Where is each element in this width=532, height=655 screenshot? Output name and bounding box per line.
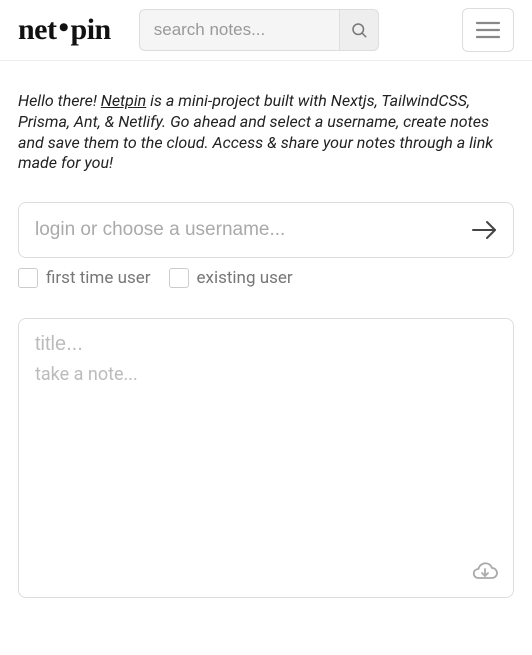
header: net • pin — [0, 0, 532, 61]
arrow-right-icon — [470, 218, 500, 242]
login-row — [18, 202, 514, 258]
logo: net • pin — [18, 13, 111, 47]
existing-label: existing user — [197, 268, 293, 288]
logo-right: pin — [71, 13, 111, 47]
first-time-label: first time user — [46, 268, 151, 288]
hamburger-icon — [475, 20, 501, 40]
cloud-download-icon — [471, 560, 499, 582]
logo-left: net — [18, 13, 57, 47]
checkbox-first[interactable] — [18, 268, 38, 288]
existing-user-option[interactable]: existing user — [169, 268, 293, 288]
submit-button[interactable] — [457, 202, 513, 258]
menu-button[interactable] — [462, 8, 514, 52]
search-input[interactable] — [139, 9, 339, 51]
search-group — [139, 9, 379, 51]
note-body-input[interactable] — [35, 364, 497, 583]
intro-link[interactable]: Netpin — [101, 91, 146, 110]
note-title-input[interactable] — [35, 333, 497, 356]
search-icon — [350, 21, 368, 39]
username-input[interactable] — [19, 203, 457, 257]
intro-greeting: Hello there! — [18, 91, 97, 110]
first-time-user-option[interactable]: first time user — [18, 268, 151, 288]
note-card — [18, 318, 514, 598]
user-type-checks: first time user existing user — [18, 268, 514, 288]
checkbox-existing[interactable] — [169, 268, 189, 288]
intro-text: Hello there! Netpin is a mini-project bu… — [18, 91, 514, 174]
search-button[interactable] — [339, 9, 379, 51]
main-content: Hello there! Netpin is a mini-project bu… — [0, 61, 532, 616]
save-to-cloud-button[interactable] — [471, 560, 499, 585]
login-block: first time user existing user — [18, 202, 514, 288]
